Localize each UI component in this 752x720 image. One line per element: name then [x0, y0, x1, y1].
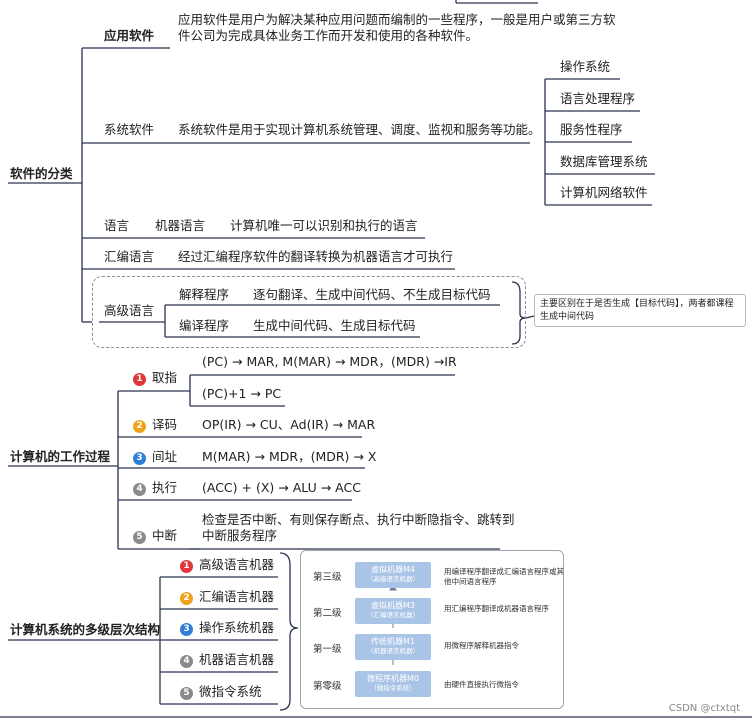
fig-machine-name: 传统机器M1 — [371, 637, 415, 646]
mindmap-canvas: 软件的分类 应用软件 应用软件是用户为解决某种应用问题而编制的一些程序，一般是用… — [0, 0, 752, 720]
fig-machine-sub: （汇编语言机器） — [367, 611, 419, 619]
fig-machine-m3: 虚拟机器M3 （汇编语言机器） — [355, 598, 431, 624]
fig-machine-m1: 传统机器M1 （机器语言机器） — [355, 634, 431, 660]
fig-level-2-desc: 用汇编程序翻译成机器语言程序 — [444, 604, 549, 613]
watermark: CSDN @ctxtqt — [668, 703, 740, 714]
fig-level-1-label: 第一级 — [313, 644, 342, 655]
fig-level-1-desc: 用微程序解释机器指令 — [444, 641, 519, 650]
fig-level-3-desc1: 用编译程序翻译成汇编语言程序或其 — [444, 567, 564, 576]
fig-machine-sub: （机器语言机器） — [367, 647, 419, 655]
fig-machine-sub: （微指令系统） — [370, 684, 416, 692]
fig-level-3-label: 第三级 — [313, 572, 342, 583]
fig-machine-m4: 虚拟机器M4 （高级语言机器） — [355, 562, 431, 588]
fig-machine-m0: 微程序机器M0 （微指令系统） — [355, 671, 431, 697]
fig-machine-name: 微程序机器M0 — [367, 674, 419, 683]
fig-machine-sub: （高级语言机器） — [367, 575, 419, 583]
fig-level-0-label: 第零级 — [313, 681, 342, 692]
fig-machine-name: 虚拟机器M4 — [371, 565, 415, 574]
fig-level-3-desc2: 他中间语言程序 — [444, 577, 497, 586]
fig-level-0-desc: 由硬件直接执行微指令 — [444, 680, 519, 689]
fig-level-2-label: 第二级 — [313, 608, 342, 619]
fig-machine-name: 虚拟机器M3 — [371, 601, 415, 610]
